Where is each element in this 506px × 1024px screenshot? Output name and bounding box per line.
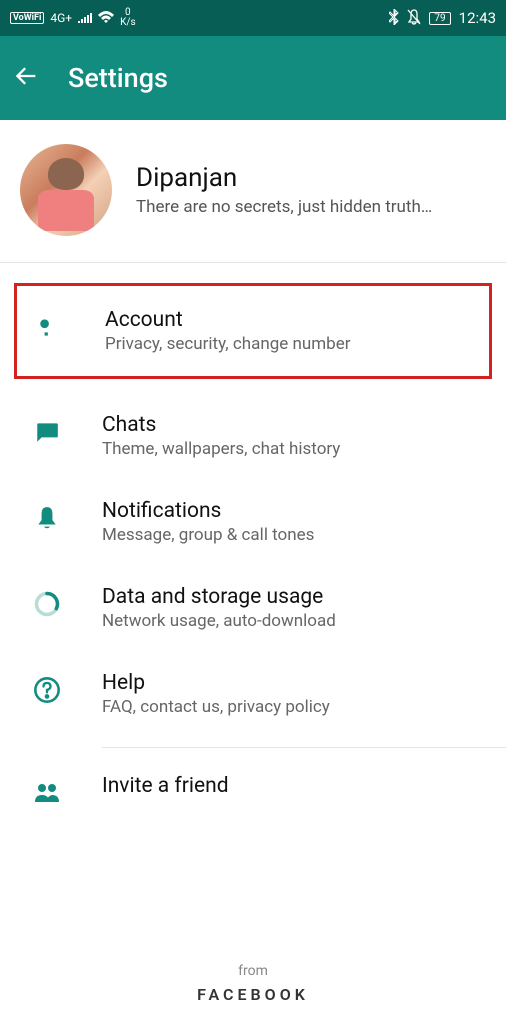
- avatar[interactable]: [20, 144, 112, 236]
- status-left: VoWiFi 4G+ 0 K/s: [10, 8, 136, 28]
- menu-subtitle: FAQ, contact us, privacy policy: [102, 697, 484, 717]
- profile-section[interactable]: Dipanjan There are no secrets, just hidd…: [0, 120, 506, 262]
- footer-from: from: [0, 963, 506, 979]
- menu-title: Help: [102, 671, 484, 695]
- chat-icon: [30, 415, 64, 449]
- menu-title: Account: [105, 308, 481, 332]
- menu-subtitle: Message, group & call tones: [102, 525, 484, 545]
- menu-title: Notifications: [102, 499, 484, 523]
- data-usage-icon: [30, 587, 64, 621]
- network-indicator: 4G+: [50, 11, 72, 25]
- menu-item-chats[interactable]: Chats Theme, wallpapers, chat history: [0, 393, 506, 479]
- profile-status: There are no secrets, just hidden truth…: [136, 197, 486, 217]
- clock: 12:43: [459, 9, 496, 27]
- menu-subtitle: Network usage, auto-download: [102, 611, 484, 631]
- footer: from FACEBOOK: [0, 963, 506, 1004]
- status-bar: VoWiFi 4G+ 0 K/s 79 12:43: [0, 0, 506, 36]
- menu-item-data[interactable]: Data and storage usage Network usage, au…: [0, 565, 506, 651]
- menu-item-account[interactable]: Account Privacy, security, change number: [14, 283, 492, 379]
- data-speed: 0 K/s: [120, 8, 136, 28]
- divider: [102, 747, 506, 748]
- footer-brand: FACEBOOK: [0, 985, 506, 1004]
- battery-indicator: 79: [429, 12, 450, 25]
- vowifi-indicator: VoWiFi: [10, 12, 44, 24]
- menu-title: Data and storage usage: [102, 585, 484, 609]
- menu-item-help[interactable]: Help FAQ, contact us, privacy policy: [0, 651, 506, 737]
- back-button[interactable]: [12, 62, 40, 94]
- notification-off-icon: [407, 9, 421, 28]
- page-title: Settings: [68, 62, 168, 94]
- key-icon: [33, 310, 67, 344]
- menu-subtitle: Privacy, security, change number: [105, 334, 481, 354]
- menu-item-invite[interactable]: Invite a friend: [0, 754, 506, 830]
- wifi-icon: [98, 11, 114, 26]
- profile-name: Dipanjan: [136, 163, 486, 193]
- menu-title: Chats: [102, 413, 484, 437]
- people-icon: [30, 776, 64, 810]
- settings-menu: Account Privacy, security, change number…: [0, 263, 506, 830]
- menu-subtitle: Theme, wallpapers, chat history: [102, 439, 484, 459]
- status-right: 79 12:43: [389, 9, 496, 28]
- bluetooth-icon: [389, 9, 399, 28]
- signal-icon: [78, 11, 92, 26]
- app-bar: Settings: [0, 36, 506, 120]
- help-icon: [30, 673, 64, 707]
- bell-icon: [30, 501, 64, 535]
- menu-item-notifications[interactable]: Notifications Message, group & call tone…: [0, 479, 506, 565]
- menu-title: Invite a friend: [102, 774, 484, 798]
